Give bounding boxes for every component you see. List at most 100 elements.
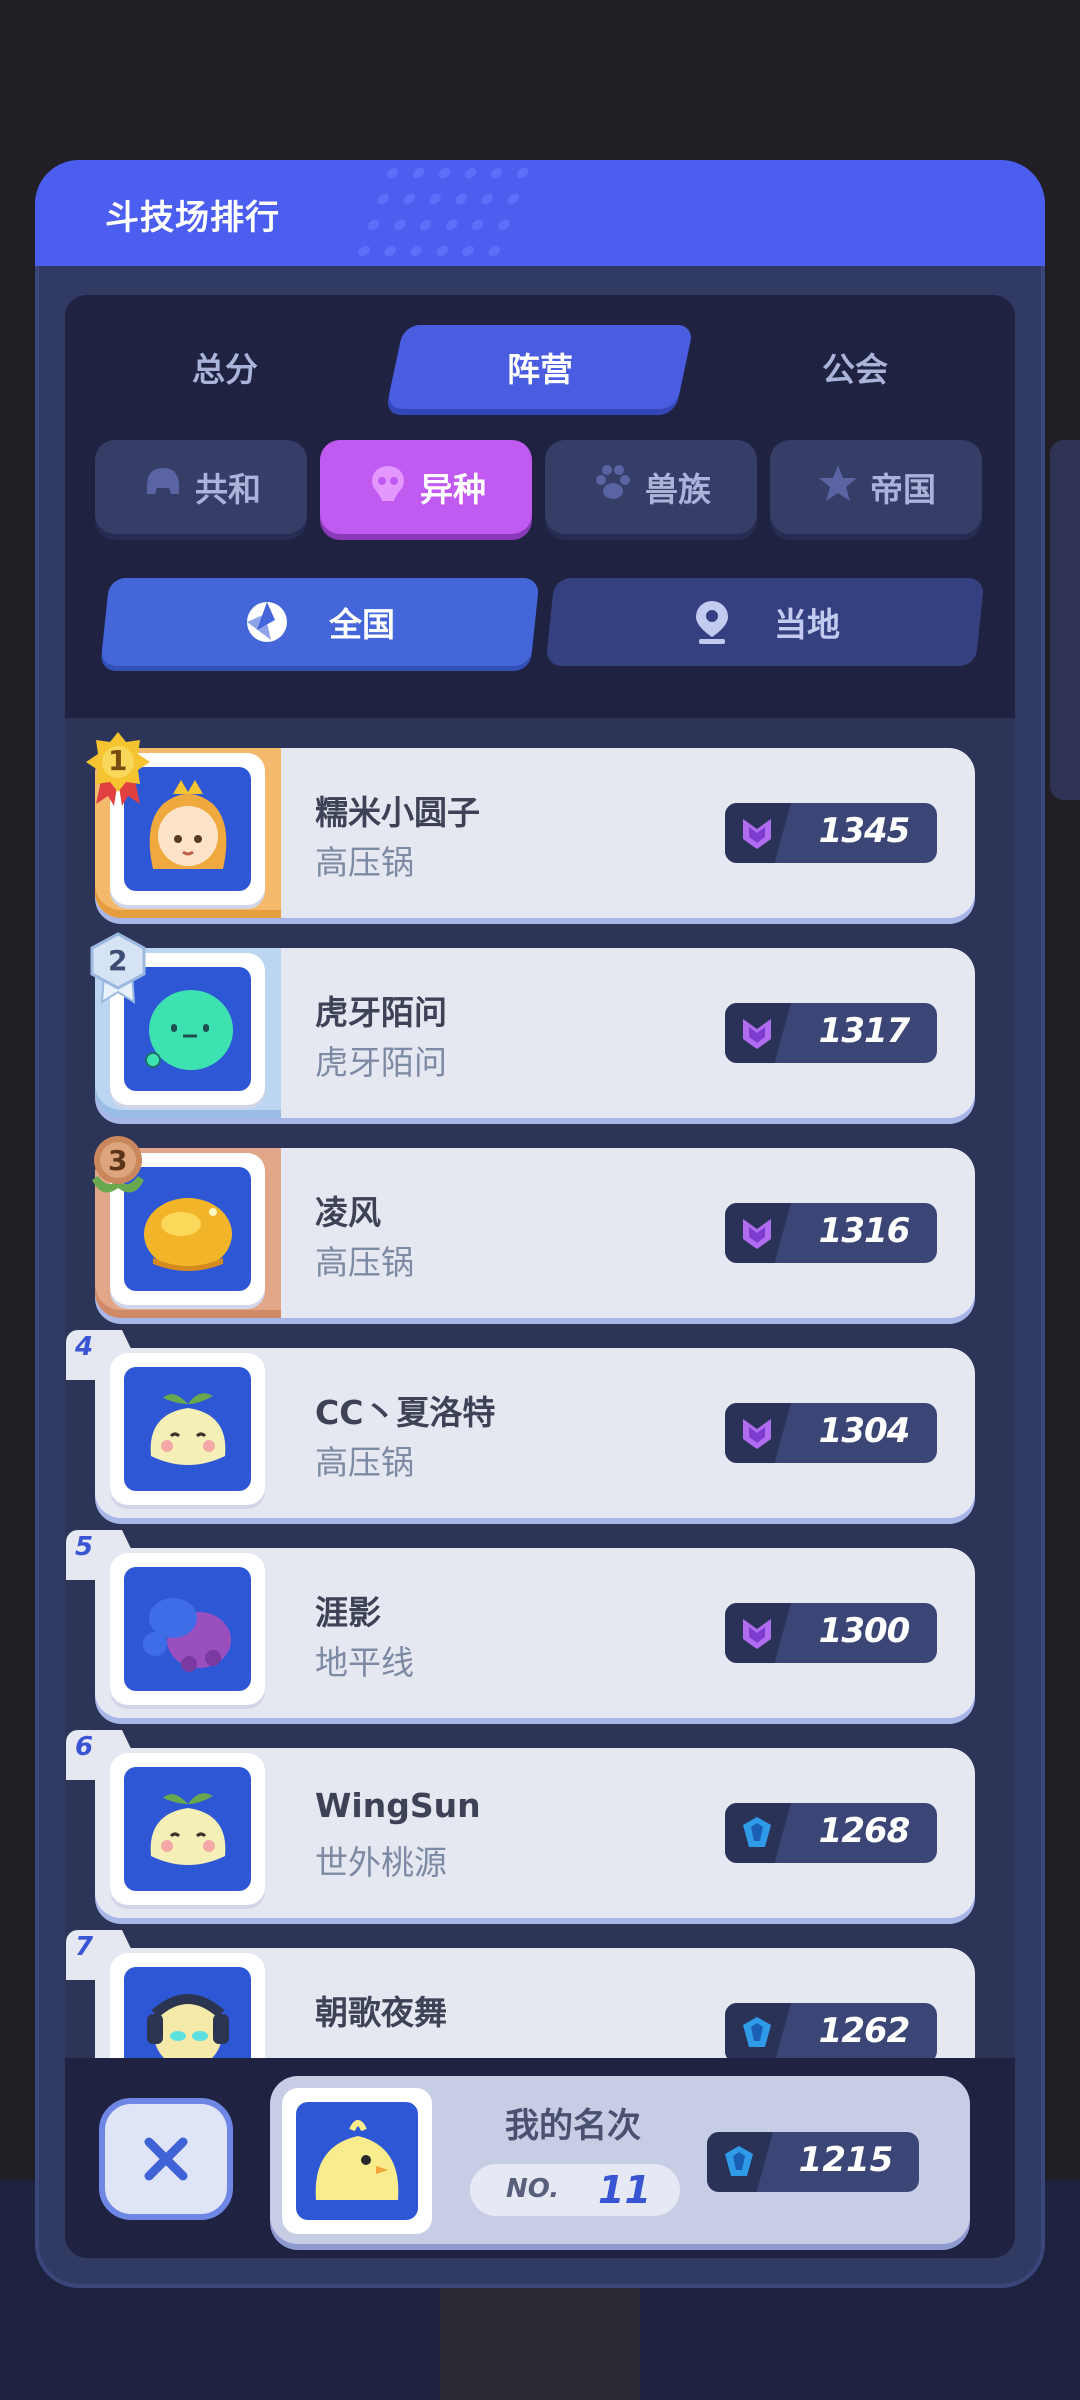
background-decoration — [1050, 440, 1080, 800]
rank-number: 6 — [75, 1732, 94, 1762]
guild-name: 高压锅 — [315, 1443, 414, 1482]
my-score-value: 1215 — [798, 2140, 894, 2180]
location-pin-icon — [690, 600, 734, 644]
octopus-avatar — [124, 1567, 251, 1691]
ranking-row[interactable]: 2 虎牙陌问 虎牙陌问 1317 — [90, 932, 975, 1123]
ranking-row[interactable]: 1 糯米小圆子 高压锅 1345 — [86, 732, 975, 923]
guild-name: 高压锅 — [315, 1243, 414, 1282]
rank-number: 3 — [108, 1144, 128, 1177]
purple-shield-icon — [743, 1019, 771, 1049]
score-badge: 1300 — [725, 1603, 937, 1663]
rank-number: 2 — [108, 944, 128, 977]
helmet-icon — [141, 466, 185, 509]
faction-label: 共和 — [195, 470, 261, 509]
close-button[interactable] — [99, 2098, 233, 2220]
tab-faction[interactable]: 阵营 — [386, 325, 694, 409]
player-name: 朝歌夜舞 — [315, 1993, 447, 2032]
tab-label: 阵营 — [507, 350, 573, 389]
guild-name: 地平线 — [315, 1643, 414, 1682]
my-rank-card[interactable]: 我的名次 NO. 11 1215 — [270, 2076, 970, 2244]
purple-shield-icon — [743, 819, 771, 849]
arena-ranking-panel: 斗技场排行 总分 阵营 公会 共和 异种 兽族 帝国 全国 当地 1 糯米小圆子… — [35, 160, 1045, 2288]
faction-button-republic[interactable]: 共和 — [95, 440, 307, 534]
bronze-medal-icon: 3 — [82, 1130, 154, 1208]
my-rank-number: 11 — [598, 2168, 651, 2212]
rank-number: 7 — [75, 1932, 94, 1962]
chick-avatar — [296, 2102, 418, 2220]
guild-name: 高压锅 — [315, 843, 414, 882]
player-name: 糯米小圆子 — [315, 793, 480, 832]
faction-button-empire[interactable]: 帝国 — [770, 440, 982, 534]
region-button-local[interactable]: 当地 — [545, 578, 985, 666]
purple-shield-icon — [743, 1219, 771, 1249]
ranking-row[interactable]: 5 涯影 地平线 1300 — [66, 1530, 975, 1723]
tab-label: 总分 — [192, 350, 258, 389]
score-value: 1300 — [818, 1611, 911, 1651]
player-name: CC丶夏洛特 — [315, 1393, 496, 1432]
score-badge: 1215 — [707, 2132, 919, 2192]
score-badge: 1345 — [725, 803, 937, 863]
my-rank-pill: NO. 11 — [470, 2164, 680, 2216]
faction-button-beast[interactable]: 兽族 — [545, 440, 757, 534]
score-value: 1317 — [818, 1011, 911, 1051]
player-name: 涯影 — [315, 1593, 381, 1632]
paw-icon — [591, 464, 635, 511]
region-button-national[interactable]: 全国 — [100, 578, 540, 666]
guild-name: 虎牙陌问 — [315, 1043, 447, 1082]
rank-prefix: NO. — [506, 2174, 560, 2204]
rank-number: 5 — [75, 1532, 94, 1562]
rank-number: 1 — [108, 744, 128, 777]
star-emblem-icon — [816, 463, 860, 512]
avatar — [282, 2088, 432, 2234]
faction-label: 兽族 — [645, 470, 711, 509]
globe-icon — [245, 600, 289, 644]
guild-name: 世外桃源 — [315, 1843, 447, 1882]
avatar — [110, 1753, 265, 1905]
header-decoration — [345, 160, 535, 266]
avatar — [110, 1553, 265, 1705]
ranking-list[interactable]: 1 糯米小圆子 高压锅 1345 2 虎牙陌问 虎牙陌问 1317 3 凌风 高… — [65, 718, 1015, 2058]
rank-number: 4 — [75, 1332, 94, 1362]
background-tab — [440, 2280, 640, 2400]
purple-shield-icon — [743, 1419, 771, 1449]
sprout-avatar — [124, 1367, 251, 1491]
faction-label: 帝国 — [870, 470, 936, 509]
alien-icon — [366, 463, 410, 512]
blue-crystal-icon — [743, 1817, 771, 1847]
tab-guild[interactable]: 公会 — [710, 325, 1000, 409]
ranking-row[interactable]: 4 CC丶夏洛特 高压锅 1304 — [66, 1330, 975, 1523]
ranking-row[interactable]: 6 WingSun 世外桃源 1268 — [66, 1730, 975, 1923]
avatar — [110, 1953, 265, 2058]
blue-crystal-icon — [725, 2146, 753, 2176]
region-label: 全国 — [329, 605, 395, 644]
blue-crystal-icon — [743, 2017, 771, 2047]
score-badge: 1262 — [725, 2003, 937, 2058]
purple-shield-icon — [743, 1619, 771, 1649]
region-label: 当地 — [774, 605, 840, 644]
score-value: 1268 — [818, 1811, 911, 1851]
panel-title: 斗技场排行 — [105, 198, 280, 238]
score-badge: 1316 — [725, 1203, 937, 1263]
ranking-row[interactable]: 3 凌风 高压锅 1316 — [92, 1136, 975, 1323]
score-value: 1316 — [818, 1211, 911, 1251]
faction-label: 异种 — [420, 470, 486, 509]
player-name: WingSun — [315, 1786, 481, 1825]
ranking-content: 总分 阵营 公会 共和 异种 兽族 帝国 全国 当地 1 糯米小圆子 高压锅 1… — [65, 295, 1015, 2258]
gold-medal-icon: 1 — [82, 730, 154, 808]
avatar — [110, 1353, 265, 1505]
silver-medal-icon: 2 — [82, 930, 154, 1008]
my-rank-bar: 我的名次 NO. 11 1215 — [65, 2058, 1015, 2258]
ranking-row[interactable]: 7 朝歌夜舞 1262 — [66, 1930, 975, 2058]
score-badge: 1268 — [725, 1803, 937, 1863]
filter-area: 总分 阵营 公会 共和 异种 兽族 帝国 全国 当地 — [65, 295, 1015, 718]
faction-button-alien[interactable]: 异种 — [320, 440, 532, 534]
sprout-avatar — [124, 1767, 251, 1891]
tab-total[interactable]: 总分 — [80, 325, 370, 409]
score-value: 1304 — [818, 1411, 911, 1451]
my-rank-label: 我的名次 — [505, 2106, 641, 2146]
player-name: 虎牙陌问 — [315, 993, 447, 1032]
panel-header: 斗技场排行 — [35, 160, 1045, 266]
player-name: 凌风 — [315, 1193, 381, 1232]
tab-label: 公会 — [822, 350, 888, 389]
robot-avatar — [124, 1967, 251, 2058]
